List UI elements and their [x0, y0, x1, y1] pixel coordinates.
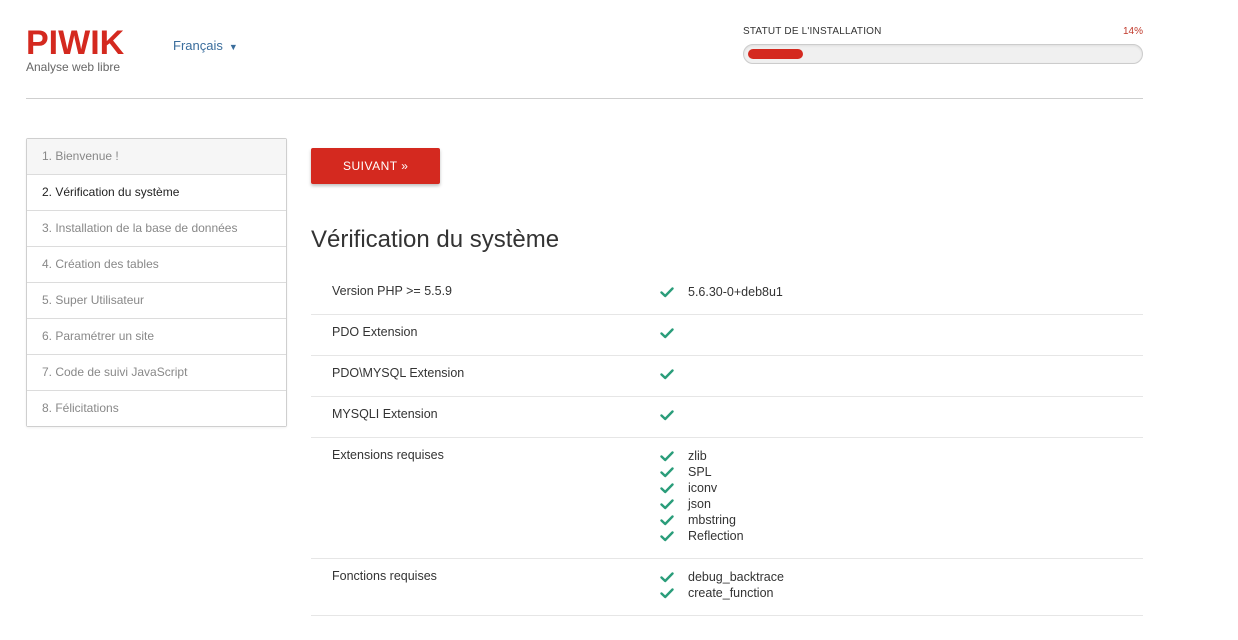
checkmark-icon: [660, 409, 688, 421]
install-progress-fill: [748, 49, 803, 59]
checkmark-icon: [660, 466, 688, 478]
check-item: Reflection: [660, 528, 1143, 544]
check-item: [660, 366, 1143, 382]
check-row: Extensions requises zlib SPL iconv json mbstr…: [311, 438, 1143, 559]
check-row: PDO Extension: [311, 315, 1143, 356]
header: PIWIK Analyse web libre Français ▼ STATUT…: [26, 0, 1143, 99]
sidebar-step-5[interactable]: 5. Super Utilisateur: [27, 283, 286, 319]
main-content: SUIVANT » Vérification du système Versio…: [311, 148, 1143, 616]
check-item: mbstring: [660, 512, 1143, 528]
check-label: Version PHP >= 5.5.9: [332, 284, 452, 298]
install-status-percent: 14%: [1122, 26, 1143, 37]
system-check-table: Version PHP >= 5.5.9 5.6.30-0+deb8u1 PDO E…: [311, 274, 1143, 616]
check-label: PDO Extension: [332, 325, 418, 339]
check-item: 5.6.30-0+deb8u1: [660, 284, 1143, 300]
sidebar-step-8[interactable]: 8. Félicitations: [27, 391, 286, 426]
checkmark-icon: [660, 450, 688, 462]
check-item-text: 5.6.30-0+deb8u1: [688, 285, 783, 299]
language-selector[interactable]: Français ▼: [173, 38, 238, 53]
check-item: SPL: [660, 464, 1143, 480]
check-item: json: [660, 496, 1143, 512]
check-label: PDO\MYSQL Extension: [332, 366, 465, 380]
next-button[interactable]: SUIVANT »: [311, 148, 441, 184]
checkmark-icon: [660, 530, 688, 542]
sidebar-step-6[interactable]: 6. Paramétrer un site: [27, 319, 286, 355]
sidebar-step-7[interactable]: 7. Code de suivi JavaScript: [27, 355, 286, 391]
install-progress-bar: [743, 44, 1143, 64]
piwik-logo[interactable]: PIWIK: [26, 24, 140, 58]
check-item-text: create_function: [688, 586, 774, 600]
language-label: Français: [173, 38, 223, 53]
checkmark-icon: [660, 368, 688, 380]
checkmark-icon: [660, 286, 688, 298]
check-row: Version PHP >= 5.5.9 5.6.30-0+deb8u1: [311, 274, 1143, 315]
check-item: [660, 407, 1143, 423]
check-item: debug_backtrace: [660, 569, 1143, 585]
check-item-text: debug_backtrace: [688, 570, 784, 584]
checkmark-icon: [660, 482, 688, 494]
check-item-text: mbstring: [688, 513, 736, 527]
check-value: [660, 315, 1143, 355]
check-value: [660, 397, 1143, 437]
checkmark-icon: [660, 587, 688, 599]
check-value: [660, 356, 1143, 396]
check-value: zlib SPL iconv json mbstring Reflection: [660, 438, 1143, 558]
checkmark-icon: [660, 498, 688, 510]
check-item-text: SPL: [688, 465, 712, 479]
sidebar-step-4[interactable]: 4. Création des tables: [27, 247, 286, 283]
check-value: debug_backtrace create_function: [660, 559, 1143, 615]
check-item: [660, 325, 1143, 341]
svg-text:PIWIK: PIWIK: [26, 24, 125, 58]
install-steps-menu: 1. Bienvenue ! 2. Vérification du système…: [26, 138, 287, 427]
sidebar-step-2[interactable]: 2. Vérification du système: [27, 175, 286, 211]
check-label: Extensions requises: [332, 448, 444, 462]
install-status-label: STATUT DE L'INSTALLATION: [743, 26, 882, 37]
check-row: MYSQLI Extension: [311, 397, 1143, 438]
checkmark-icon: [660, 327, 688, 339]
check-label: MYSQLI Extension: [332, 407, 438, 421]
check-item-text: iconv: [688, 481, 718, 495]
checkmark-icon: [660, 514, 688, 526]
check-item: iconv: [660, 480, 1143, 496]
sidebar-step-1[interactable]: 1. Bienvenue !: [27, 139, 286, 175]
sidebar-step-3[interactable]: 3. Installation de la base de données: [27, 211, 286, 247]
check-item-text: zlib: [688, 449, 707, 463]
check-label: Fonctions requises: [332, 569, 437, 583]
check-item: create_function: [660, 585, 1143, 601]
check-item-text: json: [688, 497, 711, 511]
check-row: PDO\MYSQL Extension: [311, 356, 1143, 397]
check-item-text: Reflection: [688, 529, 744, 543]
checkmark-icon: [660, 571, 688, 583]
page-title: Vérification du système: [311, 226, 560, 253]
check-item: zlib: [660, 448, 1143, 464]
tagline: Analyse web libre: [26, 60, 121, 74]
check-value: 5.6.30-0+deb8u1: [660, 274, 1143, 314]
check-row: Fonctions requises debug_backtrace create_…: [311, 559, 1143, 616]
caret-down-icon: ▼: [228, 42, 238, 52]
